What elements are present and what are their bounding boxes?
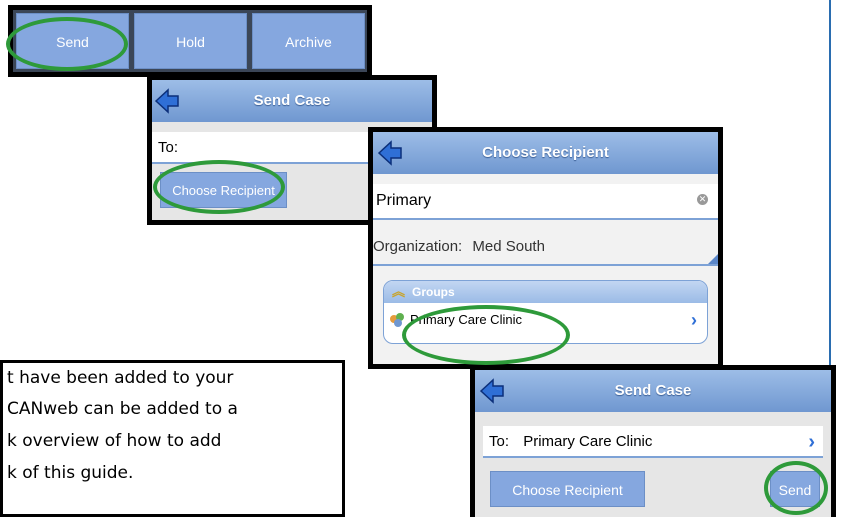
back-arrow-icon[interactable] — [154, 88, 180, 114]
choose-recipient-title: Choose Recipient — [482, 144, 609, 161]
hold-button[interactable]: Hold — [134, 13, 247, 69]
send-case-title: Send Case — [253, 92, 331, 109]
choose-recipient-button[interactable]: Choose Recipient — [490, 471, 645, 507]
back-arrow-icon[interactable] — [479, 378, 505, 404]
back-arrow-icon[interactable] — [377, 140, 403, 166]
send-case-final-title: Send Case — [614, 382, 692, 399]
to-label: To: — [158, 139, 179, 156]
group-people-icon — [390, 313, 406, 327]
guide-text-box: t have been added to your CANweb can be … — [0, 360, 345, 517]
choose-recipient-panel: Choose Recipient Primary ✕ Organization:… — [368, 127, 723, 369]
to-value: Primary Care Clinic — [523, 433, 653, 450]
groups-header: ︽ Groups — [384, 281, 707, 303]
archive-button[interactable]: Archive — [252, 13, 365, 69]
send-button[interactable]: Send — [16, 13, 129, 69]
groups-label: Groups — [412, 285, 455, 299]
group-item-primary-care[interactable]: Primary Care Clinic › — [384, 303, 707, 341]
guide-line-3: k overview of how to add — [7, 431, 222, 451]
collapse-chevron-icon[interactable]: ︽ — [392, 281, 405, 303]
groups-list: ︽ Groups Primary Care Clinic › — [383, 280, 708, 344]
choose-recipient-button[interactable]: Choose Recipient — [160, 172, 287, 208]
organization-label: Organization: — [373, 238, 463, 255]
send-case-titlebar: Send Case — [152, 80, 432, 122]
guide-line-2: CANweb can be added to a — [7, 399, 238, 419]
send-case-send-button[interactable]: Send — [770, 471, 820, 507]
organization-row[interactable]: Organization: Med South — [373, 230, 718, 266]
guide-line-4: k of this guide. — [7, 463, 134, 483]
chevron-right-icon: › — [691, 310, 697, 330]
search-value: Primary — [376, 192, 432, 209]
choose-recipient-titlebar: Choose Recipient — [373, 132, 718, 174]
send-case-panel-final: Send Case To: Primary Care Clinic › Choo… — [470, 365, 836, 517]
clear-search-icon[interactable]: ✕ — [697, 194, 708, 205]
to-field-filled[interactable]: To: Primary Care Clinic › — [483, 426, 823, 458]
dropdown-corner-icon — [708, 254, 718, 264]
organization-value: Med South — [472, 238, 545, 255]
action-toolbar: Send Hold Archive — [8, 5, 372, 77]
send-case-final-titlebar: Send Case — [475, 370, 831, 412]
to-label: To: — [489, 433, 510, 450]
recipient-search-input[interactable]: Primary ✕ — [373, 184, 718, 220]
chevron-right-icon: › — [808, 431, 815, 453]
guide-line-1: t have been added to your — [7, 368, 234, 388]
group-item-label: Primary Care Clinic — [410, 312, 522, 327]
